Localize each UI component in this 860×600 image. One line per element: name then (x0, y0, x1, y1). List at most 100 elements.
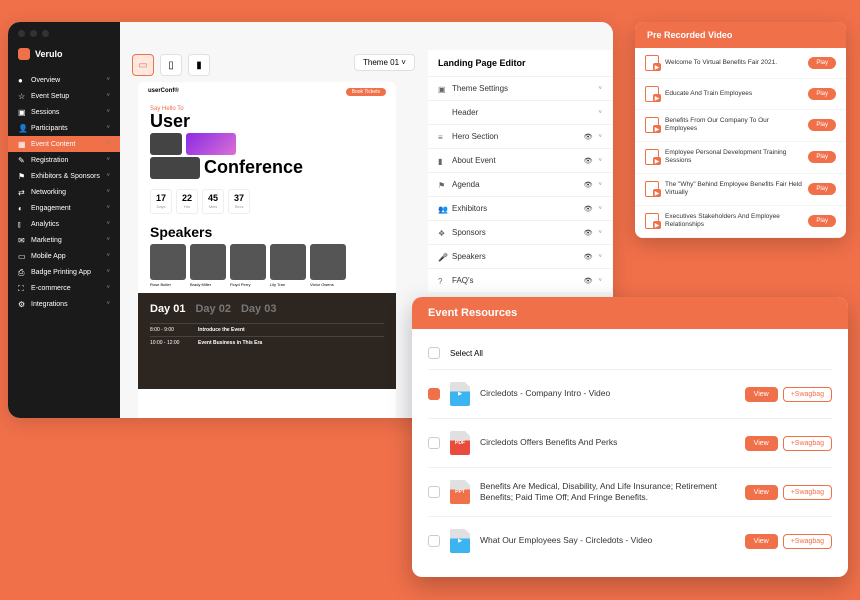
swagbag-button[interactable]: +Swagbag (783, 534, 832, 549)
speaker-card[interactable]: Rose Butler (150, 244, 186, 287)
editor-item-faq-s[interactable]: ?FAQ's👁˅ (428, 268, 612, 292)
chevron-down-icon: ˅ (106, 205, 110, 211)
view-button[interactable]: View (745, 387, 778, 402)
resource-title: What Our Employees Say - Circledots - Vi… (480, 535, 735, 546)
nav-item-participants[interactable]: 👤Participants˅ (8, 120, 120, 136)
eye-icon[interactable]: 👁 (584, 181, 593, 189)
speaker-card[interactable]: Floyd Perry (230, 244, 266, 287)
chevron-down-icon: ˅ (106, 285, 110, 291)
nav-item-badge-printing-app[interactable]: ⎙Badge Printing App˅ (8, 264, 120, 280)
nav-icon: ⇄ (18, 188, 26, 196)
nav-icon: 👤 (18, 124, 26, 132)
view-button[interactable]: View (745, 534, 778, 549)
nav-item-analytics[interactable]: ⫾Analytics˅ (8, 216, 120, 232)
play-button[interactable]: Play (808, 183, 836, 195)
chevron-down-icon: ˅ (106, 141, 110, 147)
nav-icon: ⚙ (18, 300, 26, 308)
video-item: Educate And Train EmployeesPlay (635, 79, 846, 110)
device-desktop-button[interactable]: ▭ (132, 54, 154, 76)
nav-item-networking[interactable]: ⇄Networking˅ (8, 184, 120, 200)
eye-icon[interactable]: 👁 (584, 253, 593, 261)
countdown-box: 17Days (150, 189, 172, 214)
countdown-box: 45Mins (202, 189, 224, 214)
editor-item-sponsors[interactable]: ❖Sponsors👁˅ (428, 220, 612, 244)
section-label: Speakers (452, 252, 578, 261)
theme-select[interactable]: Theme 01 ˅ (354, 54, 415, 71)
logo-icon (18, 48, 30, 60)
resources-panel: Event Resources Select All ▶Circledots -… (412, 297, 848, 577)
editor-item-exhibitors[interactable]: 👥Exhibitors👁˅ (428, 196, 612, 220)
file-ppt-icon: PPT (450, 480, 470, 504)
nav-label: Sessions (31, 109, 101, 116)
nav-label: Event Setup (31, 93, 101, 100)
play-button[interactable]: Play (808, 151, 836, 163)
section-icon (438, 109, 446, 117)
video-file-icon (645, 149, 659, 165)
countdown-box: 22Hrs (176, 189, 198, 214)
resource-checkbox[interactable] (428, 437, 440, 449)
play-button[interactable]: Play (808, 57, 836, 69)
editor-item-about-event[interactable]: ▮About Event👁˅ (428, 148, 612, 172)
section-label: Sponsors (452, 228, 578, 237)
nav-item-mobile-app[interactable]: ▭Mobile App˅ (8, 248, 120, 264)
nav-icon: ✉ (18, 236, 26, 244)
nav-label: Analytics (31, 221, 101, 228)
nav-item-registration[interactable]: ✎Registration˅ (8, 152, 120, 168)
editor-item-header[interactable]: Header˅ (428, 100, 612, 124)
nav-item-overview[interactable]: ● Overview ˅ (8, 72, 120, 88)
nav-item-engagement[interactable]: ◐Engagement˅ (8, 200, 120, 216)
eye-icon[interactable]: 👁 (584, 133, 593, 141)
resource-checkbox[interactable] (428, 535, 440, 547)
eye-icon[interactable]: 👁 (584, 277, 593, 285)
video-panel-title: Pre Recorded Video (635, 22, 846, 48)
eye-icon[interactable]: 👁 (584, 205, 593, 213)
chevron-down-icon: ˅ (106, 301, 110, 307)
nav-item-sessions[interactable]: ▣Sessions˅ (8, 104, 120, 120)
eye-icon[interactable]: 👁 (584, 157, 593, 165)
nav-item-event-setup[interactable]: ☆Event Setup˅ (8, 88, 120, 104)
speaker-card[interactable]: Victor Owens (310, 244, 346, 287)
select-all-row[interactable]: Select All (428, 341, 832, 369)
play-button[interactable]: Play (808, 215, 836, 227)
play-button[interactable]: Play (808, 88, 836, 100)
chevron-down-icon: ˅ (106, 77, 110, 83)
swagbag-button[interactable]: +Swagbag (783, 436, 832, 451)
day-tab[interactable]: Day 02 (195, 303, 230, 315)
book-tickets-badge[interactable]: Book Tickets (346, 88, 386, 96)
nav-icon: ⎙ (18, 268, 26, 276)
view-button[interactable]: View (745, 485, 778, 500)
swagbag-button[interactable]: +Swagbag (783, 485, 832, 500)
video-title: Benefits From Our Company To Our Employe… (665, 117, 802, 134)
nav-item-marketing[interactable]: ✉Marketing˅ (8, 232, 120, 248)
video-title: Employee Personal Development Training S… (665, 149, 802, 166)
resource-checkbox[interactable] (428, 388, 440, 400)
speaker-card[interactable]: Lily Tran (270, 244, 306, 287)
day-tab[interactable]: Day 01 (150, 303, 185, 315)
nav-item-e-commerce[interactable]: ⛶E-commerce˅ (8, 280, 120, 296)
theme-label: Theme 01 (363, 58, 399, 67)
editor-item-agenda[interactable]: ⚑Agenda👁˅ (428, 172, 612, 196)
nav-icon: ⫾ (18, 220, 26, 228)
nav-label: Overview (31, 77, 101, 84)
device-tablet-button[interactable]: ▯ (160, 54, 182, 76)
video-file-icon (645, 86, 659, 102)
swagbag-button[interactable]: +Swagbag (783, 387, 832, 402)
speaker-card[interactable]: Brady Miller (190, 244, 226, 287)
select-all-checkbox[interactable] (428, 347, 440, 359)
device-mobile-button[interactable]: ▮ (188, 54, 210, 76)
eye-icon[interactable]: 👁 (584, 229, 593, 237)
nav-icon: ● (18, 76, 26, 84)
editor-item-speakers[interactable]: 🎤Speakers👁˅ (428, 244, 612, 268)
view-button[interactable]: View (745, 436, 778, 451)
nav-item-event-content[interactable]: ▦Event Content˅ (8, 136, 120, 152)
resource-checkbox[interactable] (428, 486, 440, 498)
brand-logo[interactable]: Verulo (8, 48, 120, 72)
play-button[interactable]: Play (808, 119, 836, 131)
nav-item-integrations[interactable]: ⚙Integrations˅ (8, 296, 120, 312)
day-tab[interactable]: Day 03 (241, 303, 276, 315)
nav-label: Participants (31, 125, 101, 132)
nav-item-exhibitors-sponsors[interactable]: ⚑Exhibitors & Sponsors˅ (8, 168, 120, 184)
nav-label: Event Content (31, 141, 101, 148)
editor-item-hero-section[interactable]: ≡Hero Section👁˅ (428, 124, 612, 148)
editor-item-theme-settings[interactable]: ▣Theme Settings˅ (428, 76, 612, 100)
